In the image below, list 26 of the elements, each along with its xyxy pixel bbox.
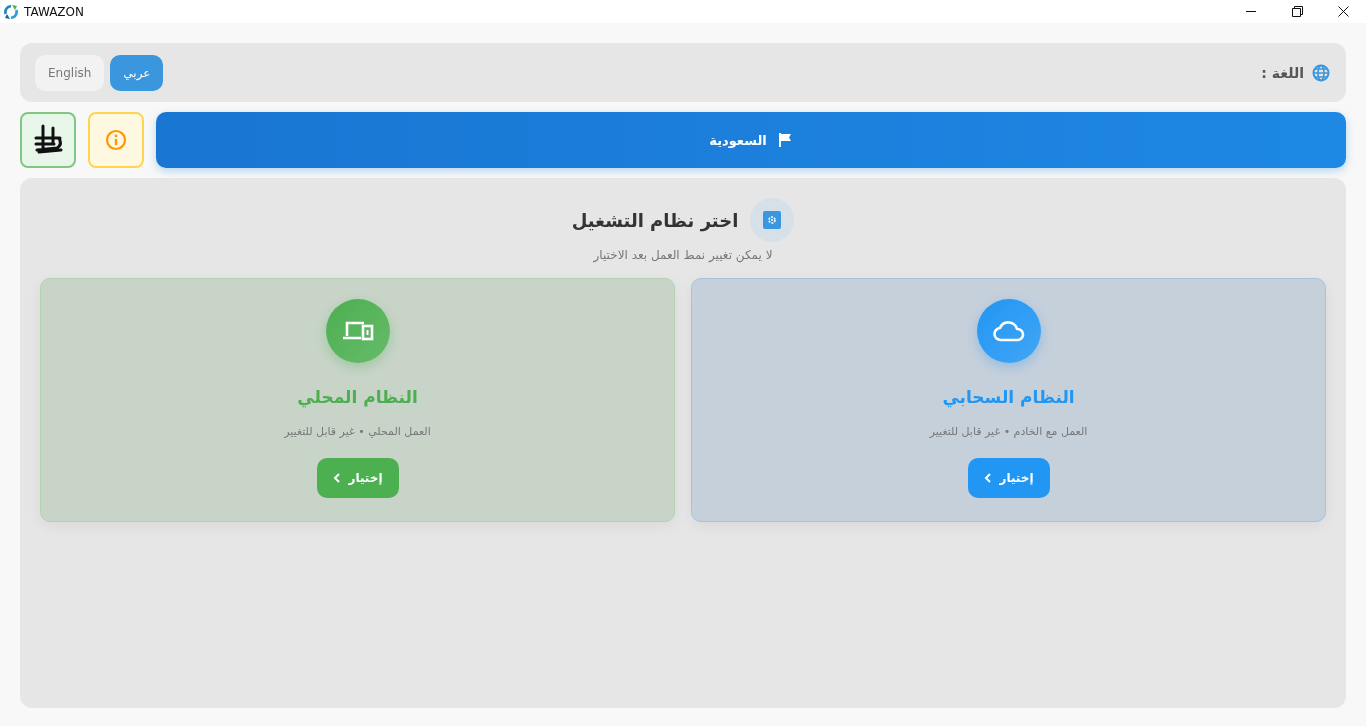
panel-subtitle: لا يمكن تغيير نمط العمل بعد الاختيار [593,248,773,262]
system-description: العمل مع الخادم • غير قابل للتغيير [929,425,1088,438]
system-description: العمل المحلي • غير قابل للتغيير [284,425,431,438]
logo-button[interactable] [20,112,76,168]
info-icon [105,129,127,151]
cloud-icon [991,318,1026,344]
flag-icon [776,132,793,148]
info-button[interactable] [88,112,144,168]
language-option[interactable]: English [35,54,105,91]
gear-icon [750,198,795,242]
chevron-icon [983,473,992,483]
restore-icon [1291,6,1303,17]
logo-icon [33,124,63,156]
app-logo-icon [3,3,19,20]
language-label: اللغة : [1261,64,1304,81]
system-title: النظام المحلي [297,387,418,407]
choose-button[interactable]: إختيار [316,458,399,498]
chevron-icon [332,473,341,483]
system-title: النظام السحابي [942,387,1075,407]
choose-button[interactable]: إختيار [967,458,1050,498]
language-option[interactable]: عربي [110,54,164,91]
panel-title: اختر نظام التشغيل [571,209,739,231]
country-button[interactable]: السعودية [156,112,1346,168]
close-icon [1337,6,1349,17]
globe-icon [1312,63,1330,82]
window-title: TAWAZON [24,4,85,19]
